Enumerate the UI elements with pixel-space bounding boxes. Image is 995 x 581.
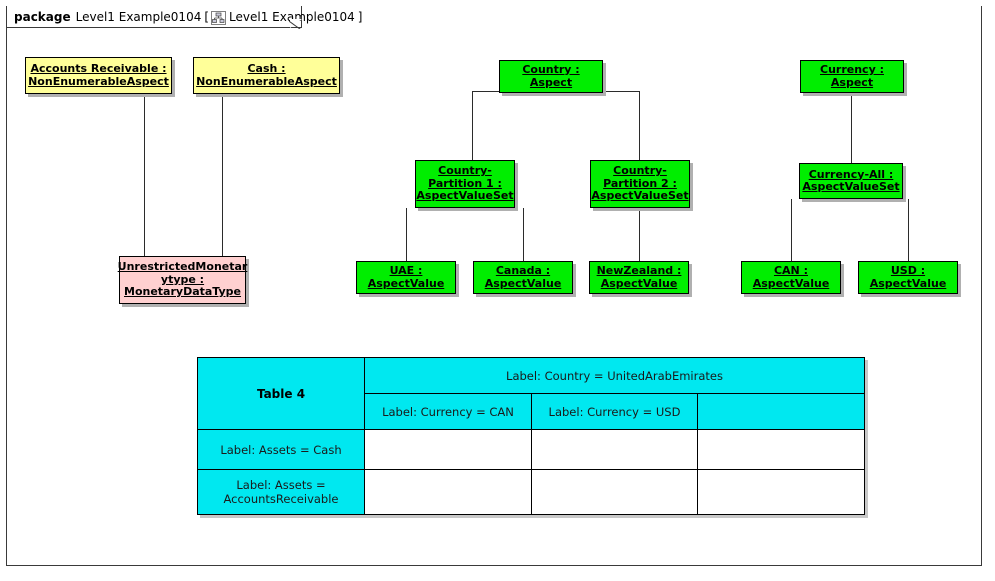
table-cell[interactable] xyxy=(531,469,698,515)
uml-node-accounts-receivable[interactable]: Accounts Receivable : NonEnumerableAspec… xyxy=(25,57,172,94)
connector-partition-2-to-newzealand xyxy=(639,208,640,261)
connector-partition-1-to-uae xyxy=(406,208,407,261)
table-row-header-accounts-receivable: Label: Assets = AccountsReceivable xyxy=(197,469,365,515)
uml-node-label: Canada : AspectValue xyxy=(484,264,562,290)
uml-node-uae[interactable]: UAE : AspectValue xyxy=(356,261,456,294)
uml-node-label: UAE : AspectValue xyxy=(367,264,445,290)
uml-node-currency-all[interactable]: Currency-All : AspectValueSet xyxy=(799,163,903,199)
table-cell[interactable] xyxy=(364,429,532,470)
table-row-header-country: Table 4 Label: Country = UnitedArabEmira… xyxy=(197,357,865,430)
package-tab-corner-edge xyxy=(289,18,303,29)
uml-node-label: CAN : AspectValue xyxy=(752,264,830,290)
connector-currency-to-currency-all xyxy=(851,93,852,163)
table-cell[interactable] xyxy=(697,429,865,470)
connector-currency-all-to-can xyxy=(791,199,792,261)
bracket-open: [ xyxy=(204,9,210,24)
uml-node-canada[interactable]: Canada : AspectValue xyxy=(473,261,573,294)
uml-node-label: Currency : Aspect xyxy=(820,63,884,89)
connector-country-to-partition-1 xyxy=(472,91,473,160)
connector-partition-1-to-canada xyxy=(523,208,524,261)
uml-node-label: Cash : NonEnumerableAspect xyxy=(196,62,337,88)
package-tab-header: package Level1 Example0104 [ Level1 Exam… xyxy=(6,6,362,28)
uml-node-unrestricted-monetary[interactable]: UnrestrictedMonetar ytype : MonetaryData… xyxy=(118,256,247,304)
table-cell[interactable] xyxy=(531,429,698,470)
connector-accounts-receivable-to-monetary xyxy=(144,94,145,256)
table-row: Label: Assets = AccountsReceivable xyxy=(197,469,865,515)
table-currency-header-empty xyxy=(697,393,865,430)
uml-node-label: UnrestrictedMonetar ytype : MonetaryData… xyxy=(117,260,248,299)
uml-node-can[interactable]: CAN : AspectValue xyxy=(741,261,841,294)
uml-node-label: Accounts Receivable : NonEnumerableAspec… xyxy=(28,62,169,88)
uml-node-newzealand[interactable]: NewZealand : AspectValue xyxy=(589,261,689,294)
uml-node-usd[interactable]: USD : AspectValue xyxy=(858,261,958,294)
uml-node-label: USD : AspectValue xyxy=(869,264,947,290)
uml-node-label: Country : Aspect xyxy=(522,63,580,89)
tree-diagram-icon xyxy=(211,10,227,25)
table-currency-header-can: Label: Currency = CAN xyxy=(364,393,532,430)
uml-node-country-partition-1[interactable]: Country- Partition 1 : AspectValueSet xyxy=(415,160,515,208)
table-cell[interactable] xyxy=(364,469,532,515)
uml-node-label: Currency-All : AspectValueSet xyxy=(802,167,900,193)
table-corner-cell: Table 4 xyxy=(197,357,365,430)
package-keyword: package xyxy=(14,9,71,24)
uml-node-country-aspect[interactable]: Country : Aspect xyxy=(499,60,603,93)
table-row-header-cash: Label: Assets = Cash xyxy=(197,429,365,470)
bracket-close: ] xyxy=(357,9,363,24)
connector-currency-all-to-usd xyxy=(908,199,909,261)
uml-node-country-partition-2[interactable]: Country- Partition 2 : AspectValueSet xyxy=(590,160,690,208)
table-country-header: Label: Country = UnitedArabEmirates xyxy=(364,357,865,394)
table-4: Table 4 Label: Country = UnitedArabEmira… xyxy=(197,357,865,515)
uml-node-label: Country- Partition 2 : AspectValueSet xyxy=(591,164,689,203)
table-row: Label: Assets = Cash xyxy=(197,429,865,470)
uml-node-label: NewZealand : AspectValue xyxy=(596,264,682,290)
connector-country-to-partition-2 xyxy=(639,91,640,160)
table-cell[interactable] xyxy=(697,469,865,515)
table-currency-header-usd: Label: Currency = USD xyxy=(531,393,698,430)
uml-node-currency-aspect[interactable]: Currency : Aspect xyxy=(800,60,904,93)
package-name: Level1 Example0104 xyxy=(75,9,202,24)
connector-cash-to-monetary xyxy=(222,94,223,256)
uml-node-label: Country- Partition 1 : AspectValueSet xyxy=(416,164,514,203)
uml-node-cash[interactable]: Cash : NonEnumerableAspect xyxy=(193,57,340,94)
